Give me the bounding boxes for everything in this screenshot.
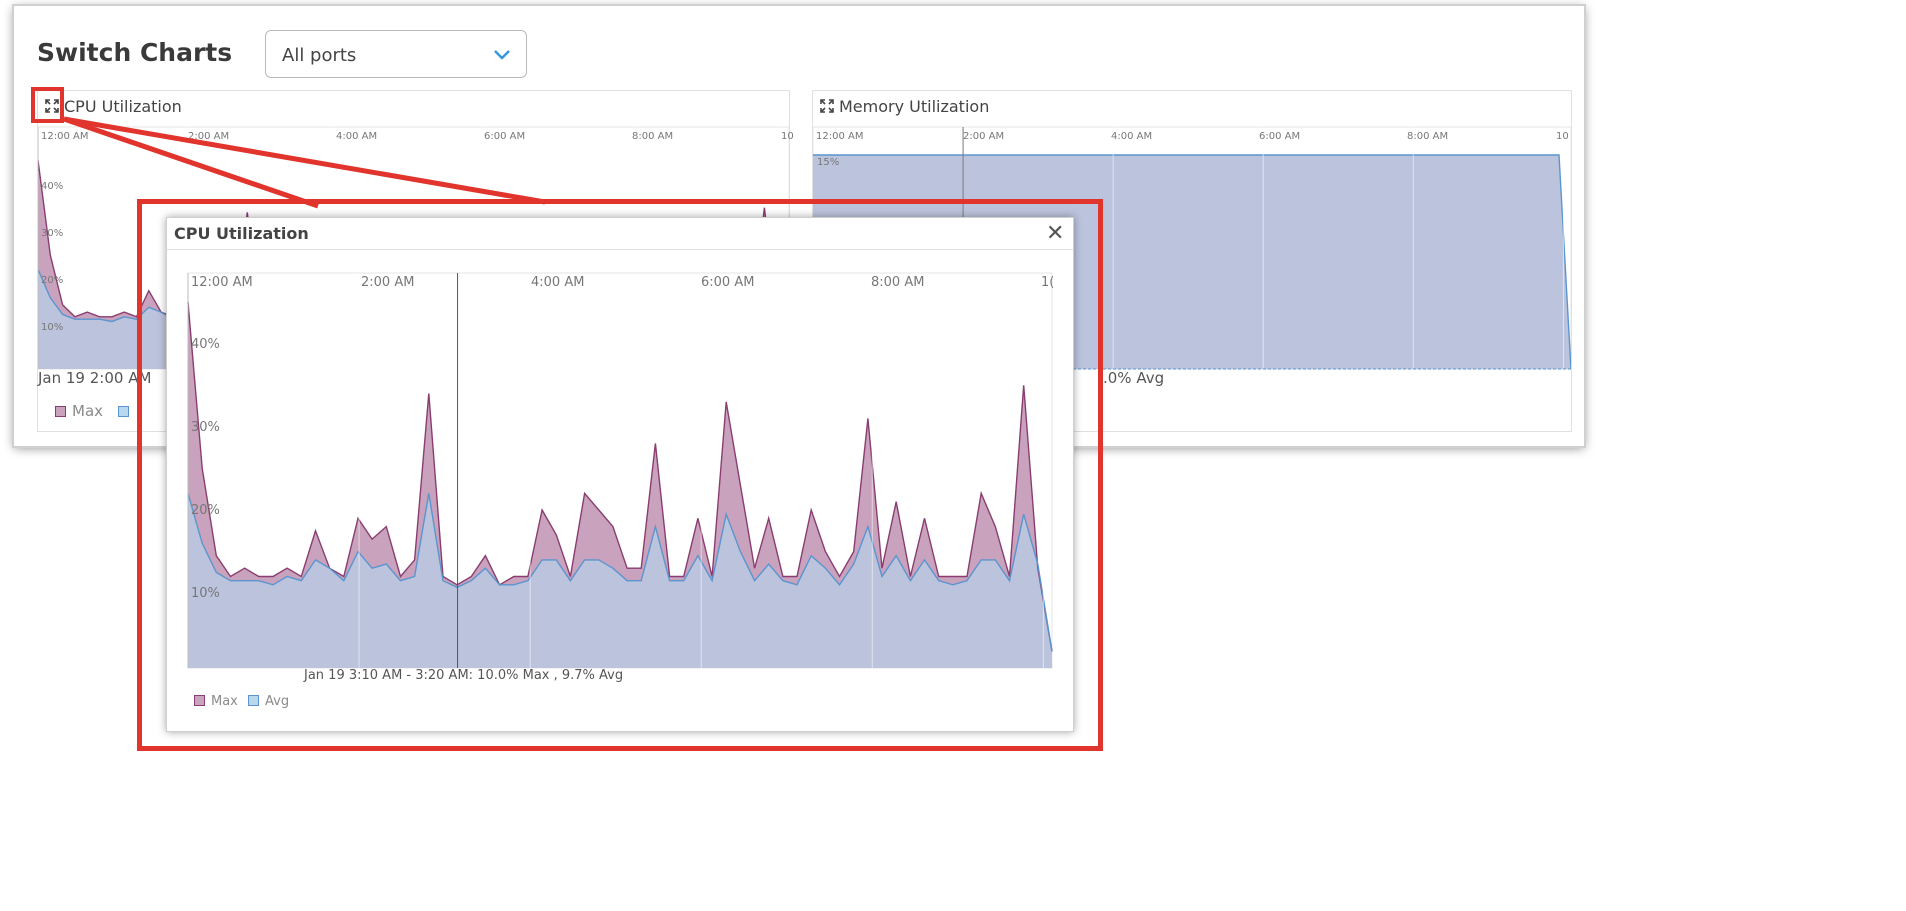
callout-line [63,116,319,209]
x-tick: 2:00 AM [361,275,415,290]
callout-line [63,116,546,205]
x-tick: 6:00 AM [701,275,755,290]
y-tick: 20% [191,503,220,518]
cpu-utilization-modal: CPU Utilization ✕ 12:00 AM 2:00 AM 4:00 … [166,217,1074,732]
x-tick: 1( [1041,275,1055,290]
legend-max-label: Max [211,694,238,709]
x-tick: 12:00 AM [191,275,253,290]
x-tick: 4:00 AM [531,275,585,290]
expand-icon-highlight [31,87,64,123]
x-tick: 8:00 AM [871,275,925,290]
cpu-utilization-chart [187,272,1053,669]
legend-avg-swatch [248,695,259,706]
y-tick: 40% [191,337,220,352]
y-tick: 30% [191,420,220,435]
legend-avg-label: Avg [265,694,290,709]
legend-avg[interactable]: Avg [248,694,289,709]
legend-max-swatch [194,695,205,706]
y-tick: 10% [191,586,220,601]
legend-max[interactable]: Max [194,694,238,709]
hover-stat: Jan 19 3:10 AM - 3:20 AM: 10.0% Max , 9.… [304,668,624,683]
